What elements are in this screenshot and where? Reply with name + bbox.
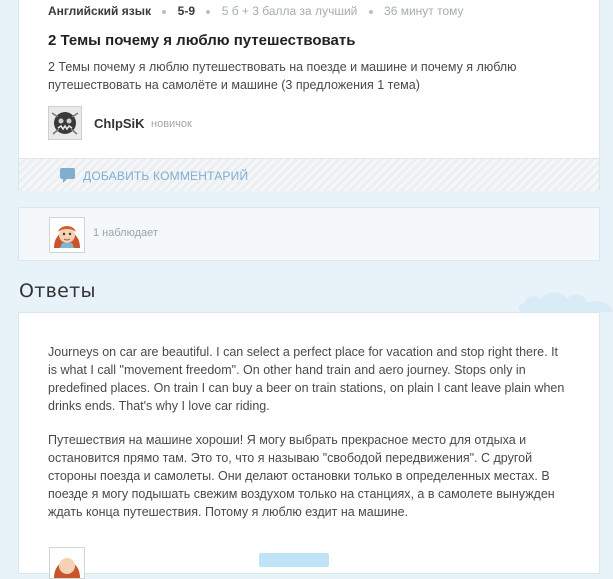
answer-action-button[interactable] [259, 553, 329, 567]
avatar[interactable] [49, 547, 85, 579]
watchers-count: 1 наблюдает [93, 227, 158, 239]
subject-link[interactable]: Английский язык [48, 4, 151, 18]
time-label: 36 минут тому [384, 4, 464, 18]
question-meta: Английский язык 5-9 5 б + 3 балла за луч… [48, 4, 464, 18]
answer-card: Journeys on car are beautiful. I can sel… [19, 313, 599, 579]
answers-heading: Ответы [19, 280, 96, 302]
answer-paragraph-english: Journeys on car are beautiful. I can sel… [48, 345, 565, 413]
points-label: 5 б + 3 балла за лучший [221, 4, 358, 18]
speech-bubble-icon [59, 167, 77, 187]
separator-dot [368, 9, 373, 14]
question-body: 2 Темы почему я люблю путешествовать на … [48, 60, 517, 92]
add-comment-label: ДОБАВИТЬ КОММЕНТАРИЙ [83, 169, 249, 183]
separator-dot [206, 9, 211, 14]
answer-avatar-image [50, 548, 84, 578]
question-card: Английский язык 5-9 5 б + 3 балла за луч… [19, 0, 599, 191]
grade-label: 5-9 [177, 4, 196, 18]
answer-paragraph-russian: Путешествия на машине хороши! Я могу выб… [48, 433, 555, 519]
separator-dot [162, 9, 167, 14]
watchers-panel: 1 наблюдает [19, 208, 599, 260]
watcher-avatar-image [50, 218, 84, 252]
author-rank: новичок [151, 118, 192, 130]
cloud-decoration-icon [518, 292, 613, 312]
author-avatar-image [49, 107, 81, 139]
answer-text: Journeys on car are beautiful. I can sel… [48, 343, 570, 537]
avatar[interactable] [49, 217, 85, 253]
avatar[interactable] [48, 106, 82, 140]
author-name[interactable]: ChIpSiK [94, 116, 145, 131]
question-title: 2 Темы почему я люблю путешествовать [48, 32, 356, 49]
comment-bar: ДОБАВИТЬ КОММЕНТАРИЙ [19, 158, 599, 191]
